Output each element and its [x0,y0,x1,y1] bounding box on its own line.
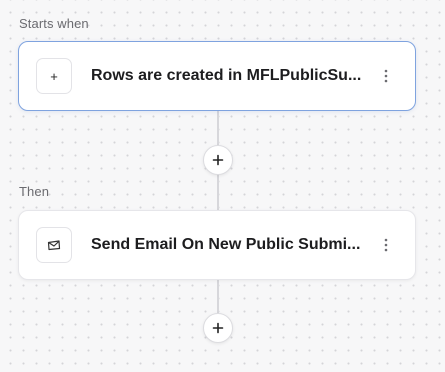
plus-icon: + [36,58,72,94]
kebab-menu-icon[interactable] [381,66,391,86]
trigger-section-label: Starts when [19,16,89,31]
action-section-label: Then [19,184,50,199]
trigger-step-card[interactable]: + Rows are created in MFLPublicSu... [18,41,416,111]
plus-icon [212,322,224,334]
trigger-step-title: Rows are created in MFLPublicSu... [91,67,361,84]
email-icon [36,227,72,263]
kebab-menu-icon[interactable] [381,235,391,255]
action-step-title: Send Email On New Public Submi... [91,236,361,253]
plus-glyph: + [50,68,58,84]
add-step-button[interactable] [203,145,233,175]
action-step-card[interactable]: Send Email On New Public Submi... [18,210,416,280]
plus-icon [212,154,224,166]
add-step-button[interactable] [203,313,233,343]
